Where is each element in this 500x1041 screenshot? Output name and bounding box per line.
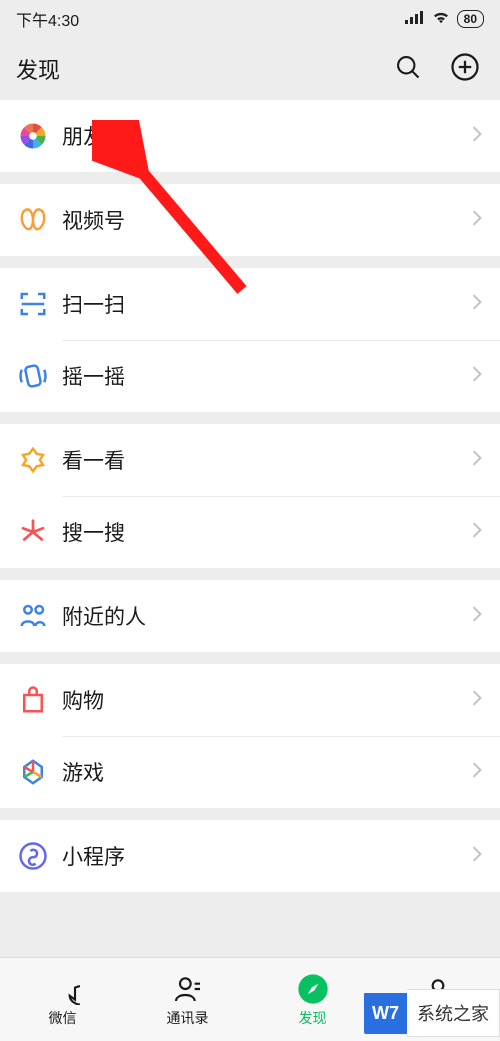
status-right: 80 [405,10,484,29]
status-time: 下午4:30 [16,7,79,31]
row-label: 看一看 [62,445,472,475]
discover-list: 朋友圈 视频号 扫一扫 摇一摇 [0,100,500,892]
watermark-logo: W7 [364,993,407,1034]
nearby-icon [18,601,62,631]
row-miniprograms[interactable]: 小程序 [0,820,500,892]
row-label: 摇一摇 [62,361,472,391]
header: 发现 [0,38,500,100]
chevron-right-icon [472,366,482,387]
chevron-right-icon [472,846,482,867]
row-top-stories[interactable]: 看一看 [0,424,500,496]
tab-contacts[interactable]: 通讯录 [125,958,250,1041]
channels-icon [18,205,62,235]
row-nearby[interactable]: 附近的人 [0,580,500,652]
miniprogram-icon [18,841,62,871]
search-row-icon [18,517,62,547]
battery-indicator: 80 [457,10,484,28]
row-games[interactable]: 游戏 [0,736,500,808]
watermark: W7 系统之家 [364,989,500,1037]
row-channels[interactable]: 视频号 [0,184,500,256]
row-label: 搜一搜 [62,517,472,547]
row-label: 扫一扫 [62,289,472,319]
chevron-right-icon [472,210,482,231]
chevron-right-icon [472,606,482,627]
tab-discover[interactable]: 发现 [250,958,375,1041]
row-label: 朋友圈 [62,121,472,151]
search-icon[interactable] [394,53,422,86]
row-shake[interactable]: 摇一摇 [0,340,500,412]
chevron-right-icon [472,450,482,471]
watermark-text: 系统之家 [407,989,500,1037]
discover-icon [296,972,330,1006]
games-icon [18,757,62,787]
status-bar: 下午4:30 80 [0,0,500,38]
row-moments[interactable]: 朋友圈 [0,100,500,172]
wifi-icon [431,10,451,29]
signal-icon [405,10,425,29]
chevron-right-icon [472,762,482,783]
row-search[interactable]: 搜一搜 [0,496,500,568]
chevron-right-icon [472,522,482,543]
contacts-icon [171,972,205,1006]
shake-icon [18,361,62,391]
scan-icon [18,289,62,319]
row-label: 附近的人 [62,601,472,631]
row-shopping[interactable]: 购物 [0,664,500,736]
row-label: 小程序 [62,841,472,871]
chat-icon [46,972,80,1006]
row-scan[interactable]: 扫一扫 [0,268,500,340]
add-icon[interactable] [450,52,480,87]
top-stories-icon [18,445,62,475]
row-label: 购物 [62,685,472,715]
chevron-right-icon [472,690,482,711]
chevron-right-icon [472,294,482,315]
row-label: 游戏 [62,757,472,787]
shopping-icon [18,685,62,715]
page-title: 发现 [16,53,394,85]
moments-icon [18,121,62,151]
row-label: 视频号 [62,205,472,235]
tab-label: 通讯录 [167,1008,209,1028]
tab-chats[interactable]: 微信 [0,958,125,1041]
tab-label: 微信 [49,1008,77,1028]
chevron-right-icon [472,126,482,147]
tab-label: 发现 [299,1008,327,1028]
